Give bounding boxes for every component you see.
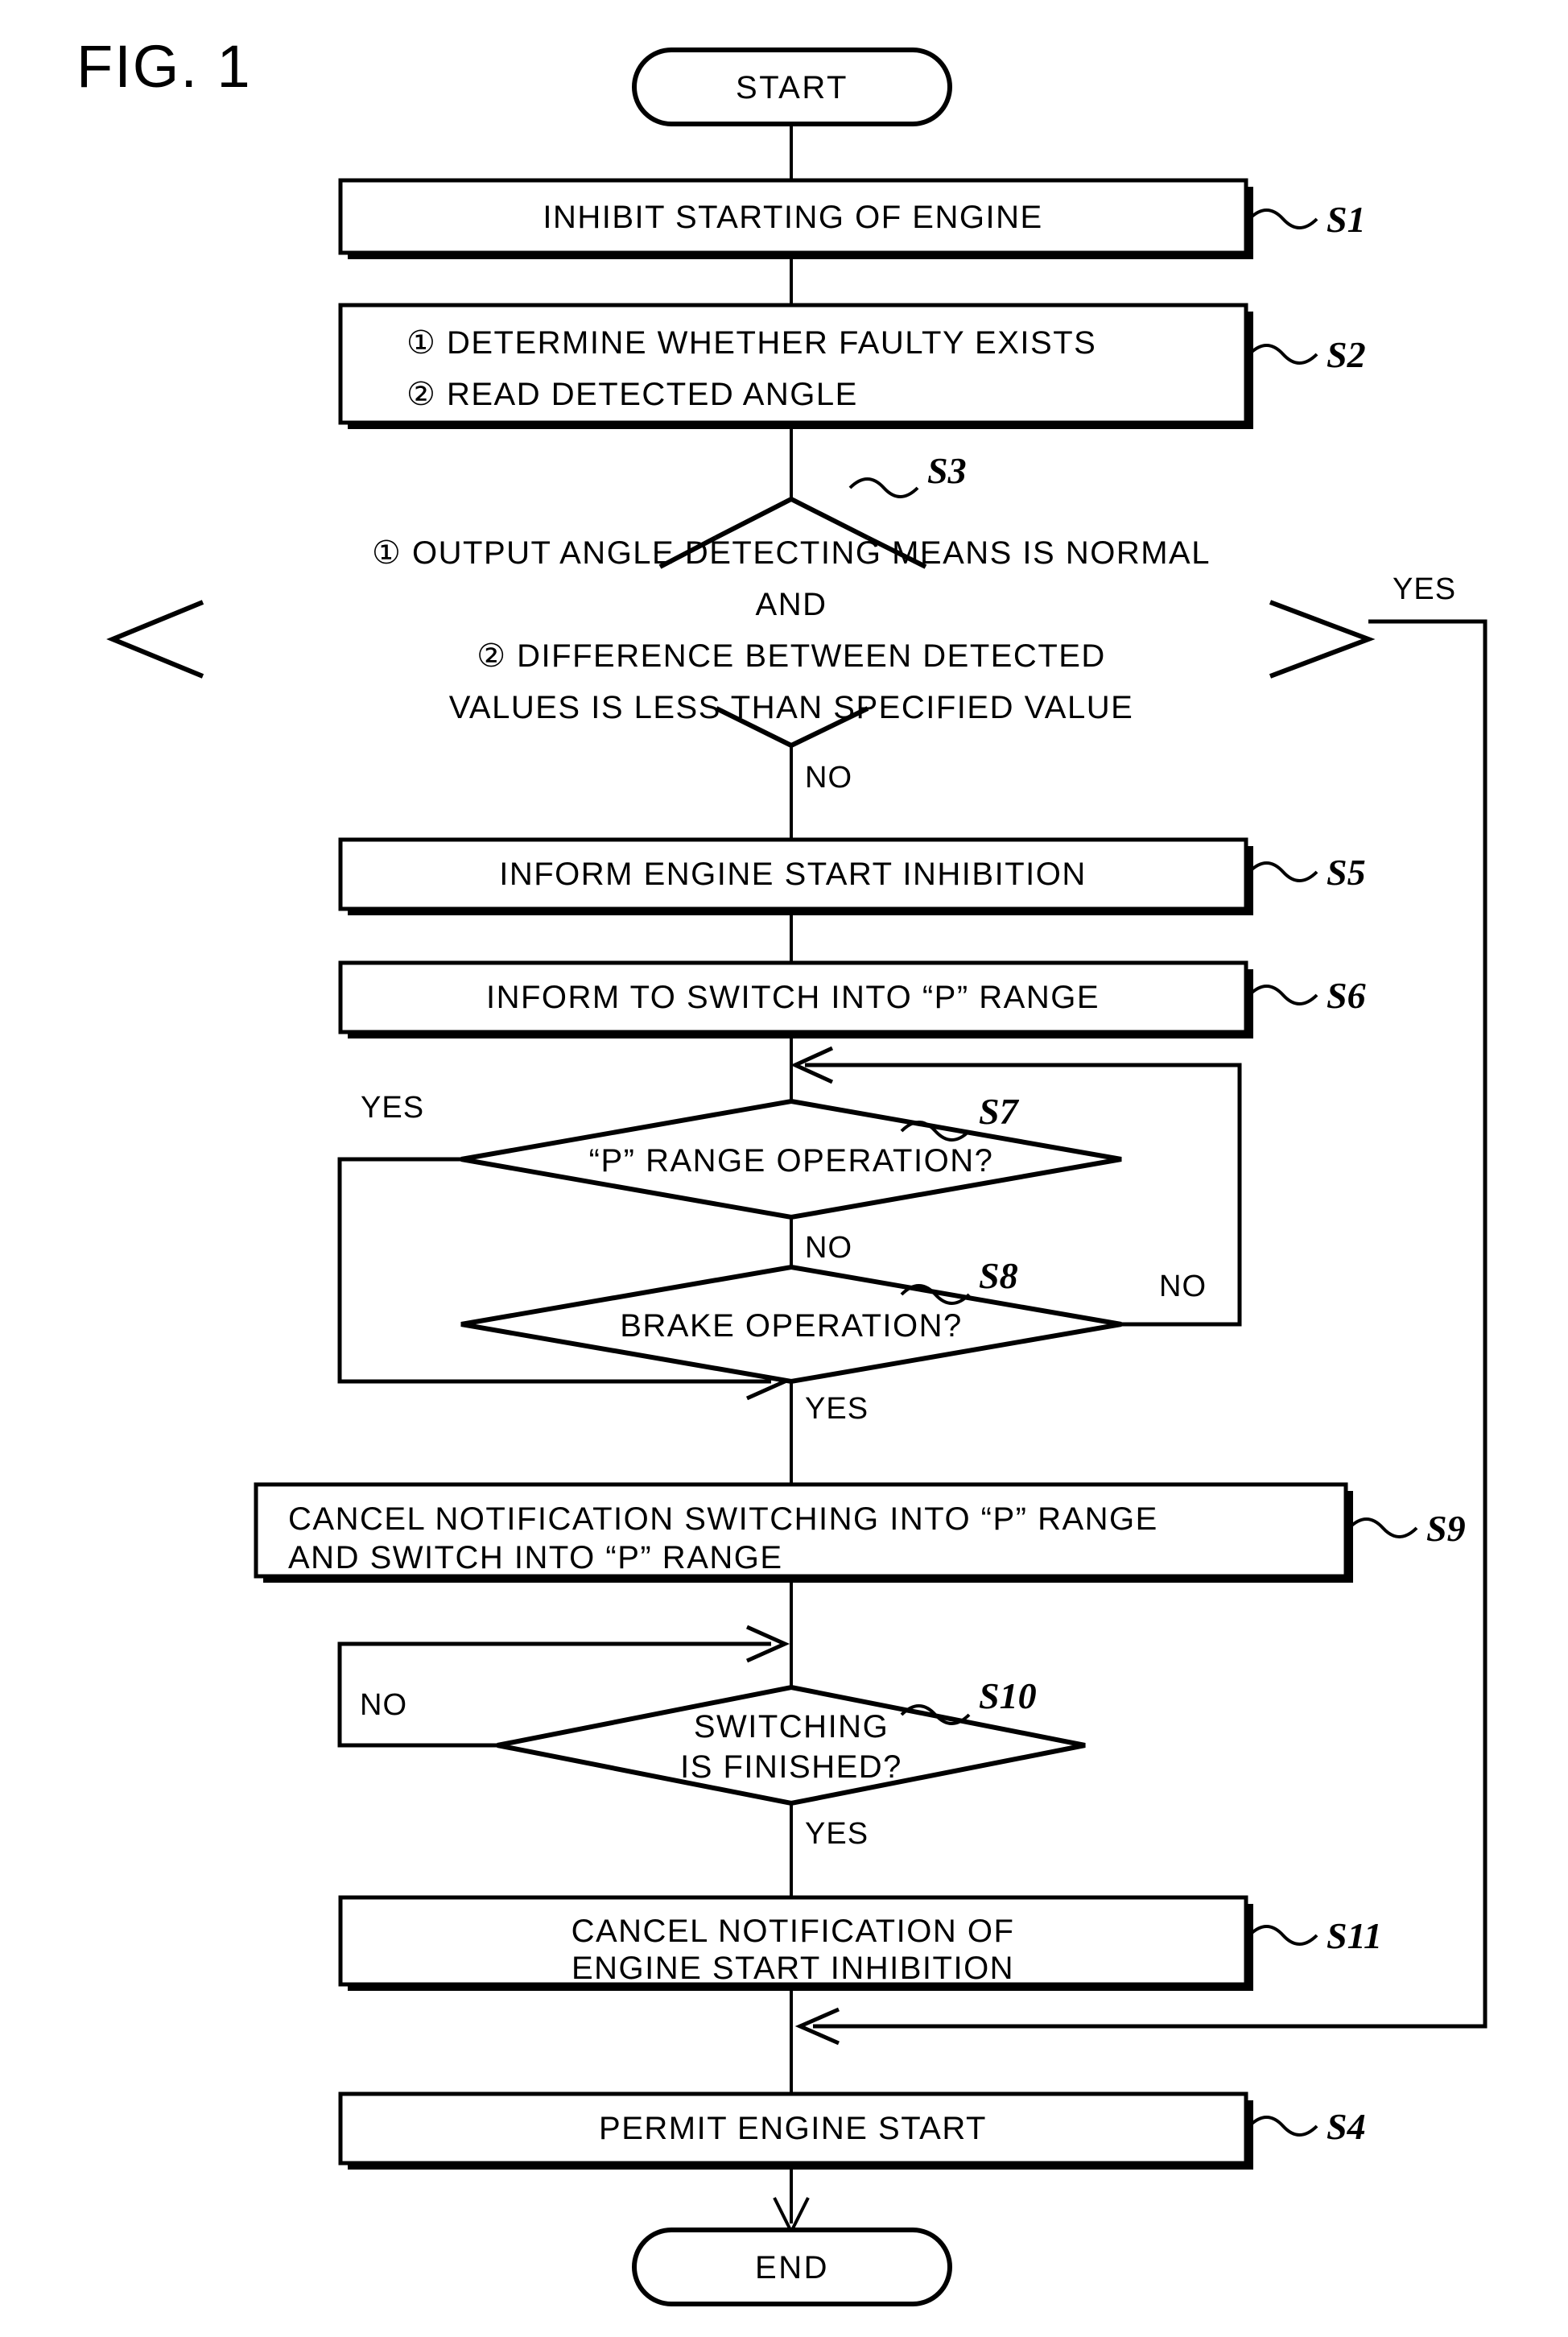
process-s4: PERMIT ENGINE START — [338, 2091, 1253, 2170]
process-s6-line1: INFORM TO SWITCH INTO “P” RANGE — [486, 980, 1100, 1015]
decision-s8-line1: BRAKE OPERATION? — [620, 1308, 963, 1344]
decision-s7-line1: “P” RANGE OPERATION? — [589, 1143, 994, 1179]
branch-label-s3-no: NO — [805, 761, 852, 795]
step-tag-s10: S10 — [979, 1675, 1037, 1716]
process-s1-line1: INHIBIT STARTING OF ENGINE — [543, 200, 1042, 235]
figure-label: FIG. 1 — [76, 33, 252, 100]
terminal-end-label: END — [755, 2250, 829, 2285]
process-s2-line1: ① DETERMINE WHETHER FAULTY EXISTS — [406, 325, 1096, 361]
step-tag-s3: S3 — [927, 450, 967, 491]
step-tag-s7: S7 — [979, 1091, 1020, 1132]
step-tag-s4: S4 — [1327, 2106, 1366, 2147]
process-s11-line1: CANCEL NOTIFICATION OF — [571, 1914, 1015, 1949]
process-s9-line2: AND SWITCH INTO “P” RANGE — [288, 1540, 783, 1575]
step-tag-s11-group: S11 — [1248, 1915, 1382, 1956]
decision-s3-line3: ② DIFFERENCE BETWEEN DETECTED — [477, 638, 1106, 674]
process-s11: CANCEL NOTIFICATION OF ENGINE START INHI… — [338, 1895, 1253, 1991]
process-s11-line2: ENGINE START INHIBITION — [571, 1951, 1014, 1986]
terminal-start: START — [632, 47, 952, 126]
process-s5-line1: INFORM ENGINE START INHIBITION — [499, 857, 1087, 892]
branch-label-s7-no: NO — [805, 1231, 852, 1265]
step-tag-s1: S1 — [1327, 199, 1366, 240]
terminal-end: END — [632, 2228, 952, 2306]
decision-s3-line2: AND — [756, 587, 827, 622]
process-s4-line1: PERMIT ENGINE START — [599, 2111, 987, 2146]
decision-s8: BRAKE OPERATION? — [460, 1264, 1122, 1385]
process-s2-line2: ② READ DETECTED ANGLE — [406, 377, 858, 412]
branch-label-s8-no: NO — [1159, 1270, 1207, 1303]
decision-s3: ① OUTPUT ANGLE DETECTING MEANS IS NORMAL… — [106, 496, 1376, 749]
step-tag-s11: S11 — [1327, 1915, 1382, 1956]
flowchart-canvas: FIG. 1 START INHIBIT STARTING OF ENGINE … — [76, 33, 1488, 2306]
decision-s10-line1: SWITCHING — [694, 1709, 889, 1744]
step-tag-s2-group: S2 — [1248, 334, 1366, 375]
step-tag-s9-group: S9 — [1347, 1508, 1466, 1549]
step-tag-s5-group: S5 — [1248, 852, 1366, 893]
branch-label-s10-yes: YES — [805, 1817, 869, 1851]
process-s2: ① DETERMINE WHETHER FAULTY EXISTS ② READ… — [338, 303, 1253, 429]
step-tag-s5: S5 — [1327, 852, 1366, 893]
branch-label-s3-yes: YES — [1393, 572, 1456, 606]
decision-s3-line4: VALUES IS LESS THAN SPECIFIED VALUE — [449, 690, 1134, 725]
process-s1: INHIBIT STARTING OF ENGINE — [338, 178, 1253, 259]
step-tag-s6: S6 — [1327, 975, 1366, 1016]
patent-figure-page: FIG. 1 START INHIBIT STARTING OF ENGINE … — [0, 0, 1568, 2337]
branch-label-s7-yes: YES — [361, 1091, 424, 1125]
decision-s7: “P” RANGE OPERATION? — [460, 1098, 1122, 1220]
process-s9-line1: CANCEL NOTIFICATION SWITCHING INTO “P” R… — [288, 1501, 1158, 1537]
decision-s3-right — [1269, 600, 1376, 679]
process-s9: CANCEL NOTIFICATION SWITCHING INTO “P” R… — [254, 1482, 1353, 1583]
branch-label-s10-no: NO — [360, 1688, 407, 1722]
step-tag-s3-group: S3 — [848, 450, 967, 498]
step-tag-s1-group: S1 — [1248, 199, 1366, 240]
decision-s3-top — [714, 496, 869, 540]
decision-s10-line2: IS FINISHED? — [680, 1749, 902, 1785]
step-tag-s4-group: S4 — [1248, 2106, 1366, 2147]
process-s5: INFORM ENGINE START INHIBITION — [338, 837, 1253, 915]
decision-s3-line1: ① OUTPUT ANGLE DETECTING MEANS IS NORMAL — [372, 535, 1211, 571]
branch-label-s8-yes: YES — [805, 1392, 869, 1426]
step-tag-s6-group: S6 — [1248, 975, 1366, 1016]
step-tag-s8: S8 — [979, 1255, 1018, 1296]
decision-s3-left — [106, 600, 204, 679]
step-tag-s9: S9 — [1426, 1508, 1466, 1549]
terminal-start-label: START — [736, 70, 848, 105]
step-tag-s2: S2 — [1327, 334, 1366, 375]
process-s6: INFORM TO SWITCH INTO “P” RANGE — [338, 960, 1253, 1038]
